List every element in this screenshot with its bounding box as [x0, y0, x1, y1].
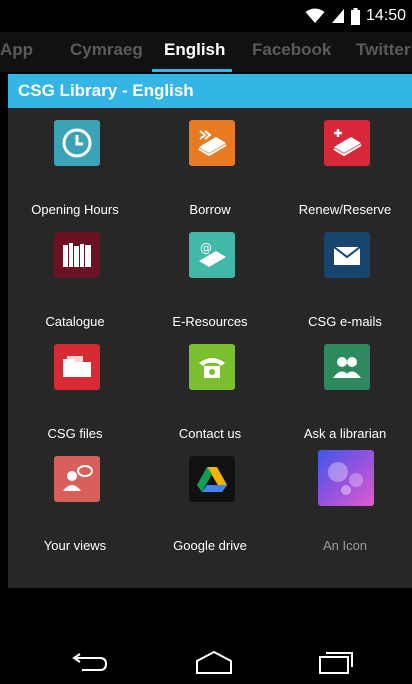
- tile-label: Contact us: [178, 426, 242, 441]
- tile-google-drive[interactable]: Google drive: [143, 444, 277, 556]
- tile-contact-us[interactable]: Contact us: [143, 332, 277, 444]
- status-time: 14:50: [365, 7, 406, 24]
- tile-label: E-Resources: [172, 314, 248, 329]
- back-button[interactable]: [60, 644, 120, 680]
- tile-csg-files[interactable]: CSG files: [8, 332, 142, 444]
- clock-icon: [54, 120, 100, 166]
- recent-apps-icon: [319, 652, 353, 674]
- tile-label: Catalogue: [45, 314, 105, 329]
- home-icon: [196, 650, 232, 674]
- tab-active-indicator: [152, 69, 232, 72]
- tile-an-icon[interactable]: An Icon: [278, 444, 412, 556]
- tile-label: Borrow: [189, 202, 231, 217]
- tile-label: CSG files: [47, 426, 103, 441]
- tab-cymraeg[interactable]: Cymraeg: [70, 32, 143, 72]
- svg-text:@: @: [200, 241, 212, 255]
- speech-person-icon: [54, 456, 100, 502]
- recent-apps-button[interactable]: [306, 644, 366, 680]
- tile-e-resources[interactable]: @ E-Resources: [143, 220, 277, 332]
- back-icon: [72, 653, 108, 671]
- tile-opening-hours[interactable]: Opening Hours: [8, 108, 142, 220]
- tab-app[interactable]: App: [0, 32, 33, 72]
- tab-strip: App Cymraeg English Facebook Twitter: [0, 32, 412, 72]
- ebook-icon: @: [189, 232, 235, 278]
- book-renew-icon: [324, 120, 370, 166]
- system-navigation-bar: [0, 636, 412, 684]
- bokeh-image-icon: [318, 450, 374, 506]
- tile-label: Opening Hours: [31, 202, 119, 217]
- tile-label: Your views: [43, 538, 107, 553]
- book-borrow-icon: [189, 120, 235, 166]
- tile-label: CSG e-mails: [308, 314, 382, 329]
- google-drive-icon: [189, 456, 235, 502]
- tile-catalogue[interactable]: Catalogue: [8, 220, 142, 332]
- battery-icon: [350, 7, 360, 25]
- tile-label: Ask a librarian: [303, 426, 387, 441]
- page-title: CSG Library - English: [8, 74, 412, 108]
- tile-borrow[interactable]: Borrow: [143, 108, 277, 220]
- people-icon: [324, 344, 370, 390]
- tile-label: Google drive: [173, 538, 247, 553]
- home-button[interactable]: [184, 644, 244, 680]
- folder-icon: [54, 344, 100, 390]
- status-bar: 14:50: [0, 0, 412, 32]
- tile-your-views[interactable]: Your views: [8, 444, 142, 556]
- envelope-icon: [324, 232, 370, 278]
- tab-facebook[interactable]: Facebook: [252, 32, 331, 72]
- launcher-grid: Opening Hours Borrow Renew/Reserve Catal…: [8, 108, 412, 588]
- tile-label: Renew/Reserve: [298, 202, 392, 217]
- tile-label: An Icon: [322, 538, 368, 553]
- tile-renew-reserve[interactable]: Renew/Reserve: [278, 108, 412, 220]
- telephone-icon: [189, 344, 235, 390]
- tile-ask-a-librarian[interactable]: Ask a librarian: [278, 332, 412, 444]
- tile-csg-emails[interactable]: CSG e-mails: [278, 220, 412, 332]
- tab-english[interactable]: English: [164, 32, 225, 72]
- wifi-icon: [305, 8, 325, 23]
- tab-twitter[interactable]: Twitter: [356, 32, 410, 72]
- bookshelf-icon: [54, 232, 100, 278]
- signal-icon: [331, 9, 344, 23]
